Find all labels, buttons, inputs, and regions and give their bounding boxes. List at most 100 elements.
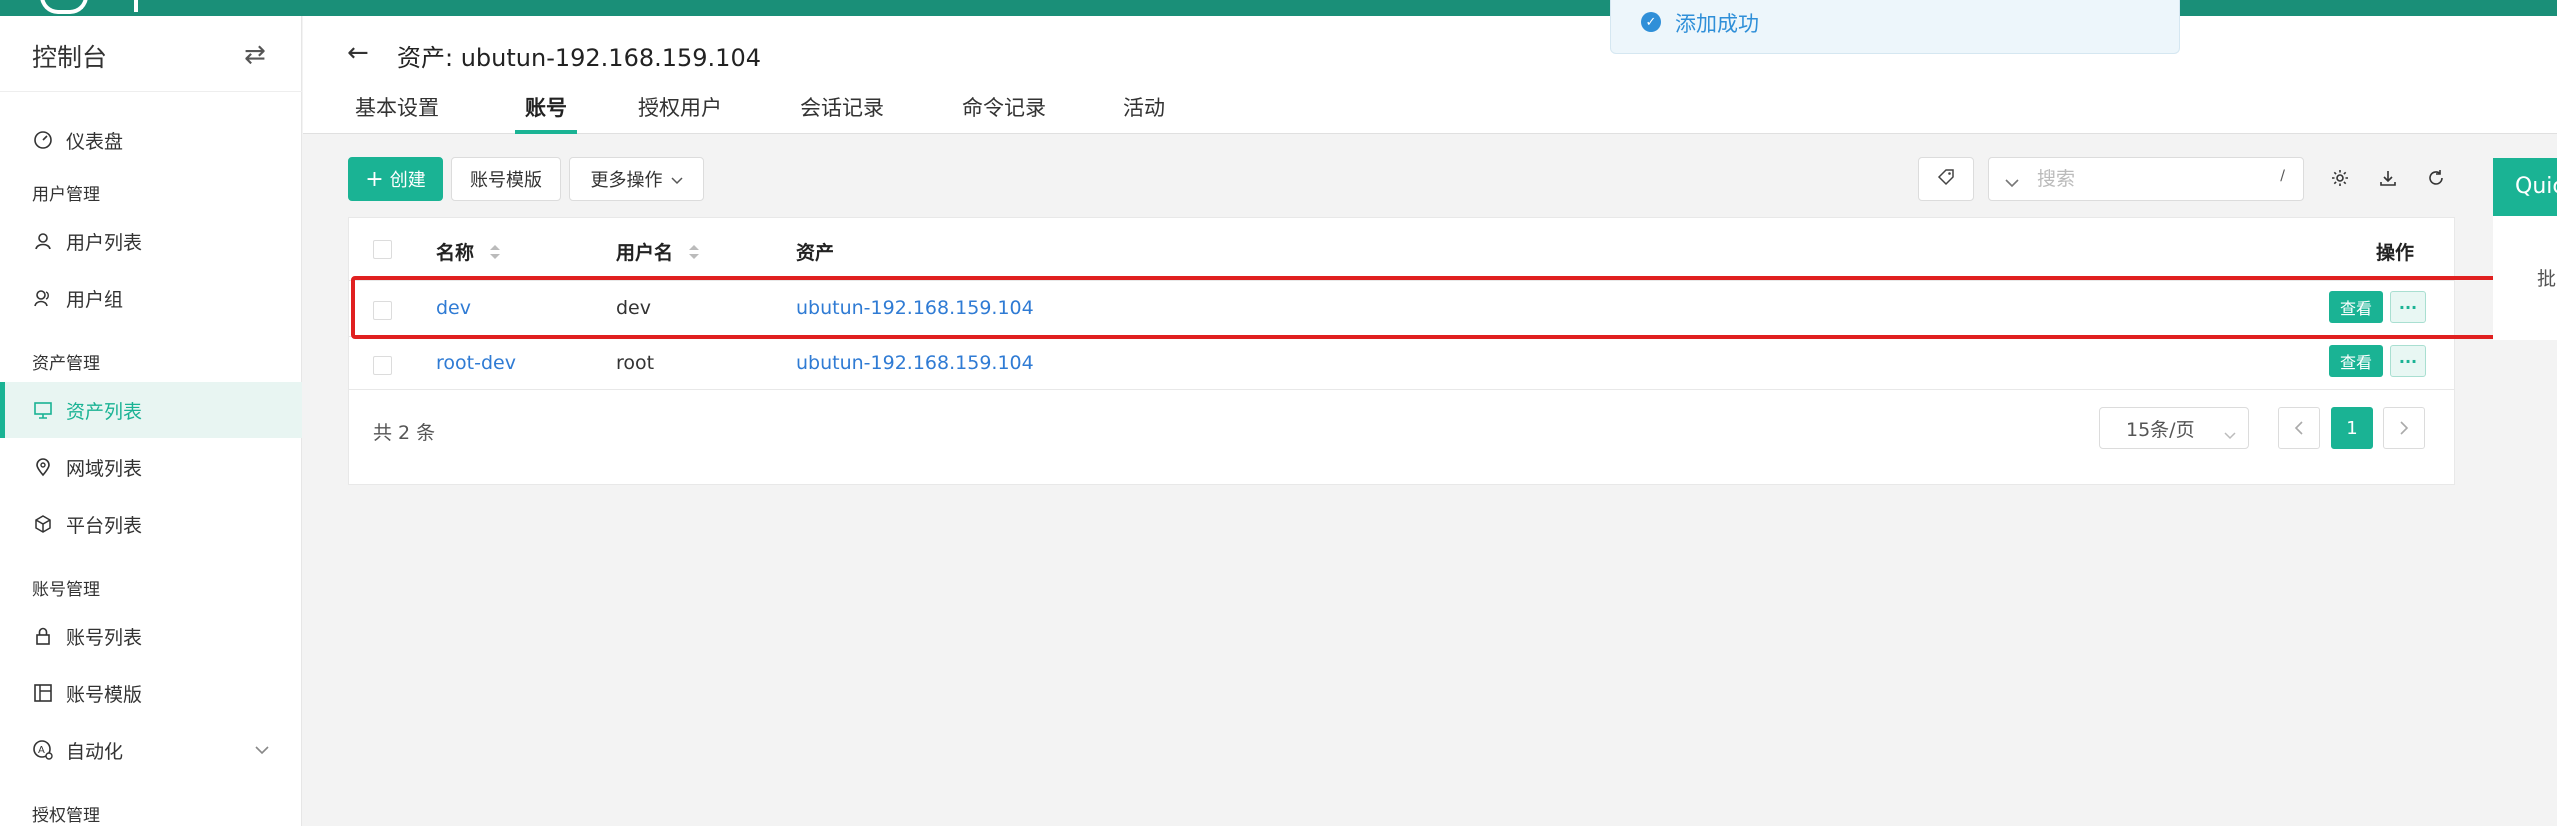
logo-text-mark	[134, 0, 148, 12]
sidebar-item-domain-list[interactable]: 网域列表	[0, 439, 302, 495]
account-template-button[interactable]: 账号模版	[451, 157, 561, 201]
more-actions-button[interactable]: 更多操作	[569, 157, 704, 201]
row-divider	[349, 389, 2454, 390]
asset-link[interactable]: ubutun-192.168.159.104	[796, 297, 1034, 319]
account-name-link[interactable]: root-dev	[436, 352, 516, 374]
tag-filter-button[interactable]	[1918, 157, 1974, 201]
page-size-value: 15条/页	[2126, 418, 2195, 441]
sidebar-item-account-template[interactable]: 账号模版	[0, 665, 302, 721]
monitor-icon	[32, 399, 54, 421]
drawer-text: 批	[2537, 268, 2557, 290]
sidebar-item-label: 自动化	[66, 740, 124, 763]
sidebar-item-label: 账号列表	[66, 626, 143, 649]
success-toast: ✓ 添加成功	[1610, 0, 2180, 54]
check-circle-icon: ✓	[1641, 12, 1661, 32]
search-shortcut-hint: /	[2280, 168, 2285, 184]
row-divider	[349, 336, 2454, 337]
dashboard-icon	[32, 129, 54, 151]
column-header-label: 用户名	[616, 242, 674, 264]
tab-accounts[interactable]: 账号	[515, 92, 577, 134]
sidebar-item-platform-list[interactable]: 平台列表	[0, 496, 302, 552]
row-more-button[interactable]: ···	[2390, 345, 2426, 377]
tab-command-records[interactable]: 命令记录	[962, 92, 1046, 134]
download-icon[interactable]	[2373, 163, 2403, 193]
cube-icon	[32, 513, 54, 535]
account-username: root	[616, 352, 655, 374]
column-header-label: 名称	[436, 242, 475, 264]
sidebar-item-user-list[interactable]: 用户列表	[0, 213, 302, 269]
lock-icon	[32, 625, 54, 647]
refresh-icon[interactable]	[2421, 163, 2451, 193]
view-button[interactable]: 查看	[2329, 291, 2383, 323]
sidebar-group-asset: 资产管理	[32, 354, 100, 374]
swap-icon[interactable]: ⇄	[244, 40, 266, 70]
column-header-asset: 资产	[796, 242, 835, 264]
sidebar-item-label: 平台列表	[66, 514, 143, 537]
chevron-left-icon	[2294, 421, 2303, 435]
accounts-table: 名称 用户名 资产 操作 dev dev ubutun-192.168.159.…	[348, 217, 2455, 485]
row-checkbox[interactable]	[373, 301, 392, 320]
sidebar-group-user: 用户管理	[32, 185, 100, 205]
tab-activity[interactable]: 活动	[1123, 92, 1165, 134]
sidebar-item-label: 用户列表	[66, 231, 143, 254]
chevron-down-icon	[254, 738, 270, 760]
row-divider	[349, 280, 2454, 281]
user-icon	[32, 230, 54, 252]
page-size-select[interactable]: 15条/页	[2099, 407, 2249, 449]
sidebar-item-label: 用户组	[66, 288, 124, 311]
search-box[interactable]: /	[1988, 157, 2304, 201]
page-button-current[interactable]: 1	[2331, 407, 2373, 449]
total-count: 共 2 条	[373, 422, 436, 444]
sidebar-item-automation[interactable]: A 自动化	[0, 722, 302, 778]
chevron-right-icon	[2400, 421, 2409, 435]
location-icon	[32, 456, 54, 478]
row-more-button[interactable]: ···	[2390, 291, 2426, 323]
drawer-title[interactable]: Quic	[2493, 158, 2557, 216]
template-icon	[32, 682, 54, 704]
account-username: dev	[616, 297, 651, 319]
column-header-username[interactable]: 用户名	[616, 238, 700, 265]
account-name-link[interactable]: dev	[436, 297, 471, 319]
logo	[40, 0, 88, 14]
tab-session-records[interactable]: 会话记录	[800, 92, 884, 134]
create-button[interactable]: + 创建	[348, 157, 443, 201]
column-header-actions: 操作	[2375, 242, 2414, 264]
sidebar-title: 控制台	[32, 43, 108, 72]
chevron-down-icon[interactable]	[2005, 172, 2019, 194]
sidebar-item-account-list[interactable]: 账号列表	[0, 608, 302, 664]
view-button[interactable]: 查看	[2329, 345, 2383, 377]
sidebar: 控制台 ⇄ 仪表盘 用户管理 用户列表 用户组 资产管理 资产列表 网域列表 平…	[0, 16, 302, 826]
automation-icon: A	[32, 739, 54, 761]
gear-icon[interactable]	[2325, 163, 2355, 193]
chevron-down-icon	[2224, 423, 2236, 445]
create-button-label: 创建	[389, 170, 426, 191]
row-checkbox[interactable]	[373, 356, 392, 375]
sidebar-item-label: 仪表盘	[66, 130, 124, 153]
sort-icon[interactable]	[489, 243, 501, 265]
more-actions-label: 更多操作	[590, 170, 663, 191]
tag-icon	[1937, 168, 1955, 191]
sidebar-item-user-group[interactable]: 用户组	[0, 270, 302, 326]
tab-authorized-users[interactable]: 授权用户	[638, 92, 722, 134]
toast-message: 添加成功	[1675, 12, 1759, 36]
sidebar-item-asset-list[interactable]: 资产列表	[0, 382, 302, 438]
search-input[interactable]	[2037, 166, 2257, 192]
sidebar-item-label: 资产列表	[66, 400, 143, 423]
tab-basic-settings[interactable]: 基本设置	[355, 92, 439, 134]
column-header-name[interactable]: 名称	[436, 238, 501, 265]
asset-link[interactable]: ubutun-192.168.159.104	[796, 352, 1034, 374]
plus-icon: +	[365, 166, 384, 192]
sidebar-header: 控制台 ⇄	[0, 16, 302, 92]
prev-page-button[interactable]	[2278, 407, 2320, 449]
back-arrow-icon[interactable]: ←	[347, 38, 369, 68]
page-title: 资产: ubutun-192.168.159.104	[397, 44, 761, 72]
page-header: ← 资产: ubutun-192.168.159.104 基本设置 账号 授权用…	[303, 16, 2557, 134]
next-page-button[interactable]	[2383, 407, 2425, 449]
users-icon	[32, 287, 54, 309]
sidebar-item-label: 网域列表	[66, 457, 143, 480]
quick-actions-drawer: Quic 批	[2493, 158, 2557, 340]
sidebar-group-auth: 授权管理	[32, 806, 100, 826]
sort-icon[interactable]	[688, 243, 700, 265]
select-all-checkbox[interactable]	[373, 240, 392, 259]
sidebar-item-dashboard[interactable]: 仪表盘	[0, 112, 302, 168]
